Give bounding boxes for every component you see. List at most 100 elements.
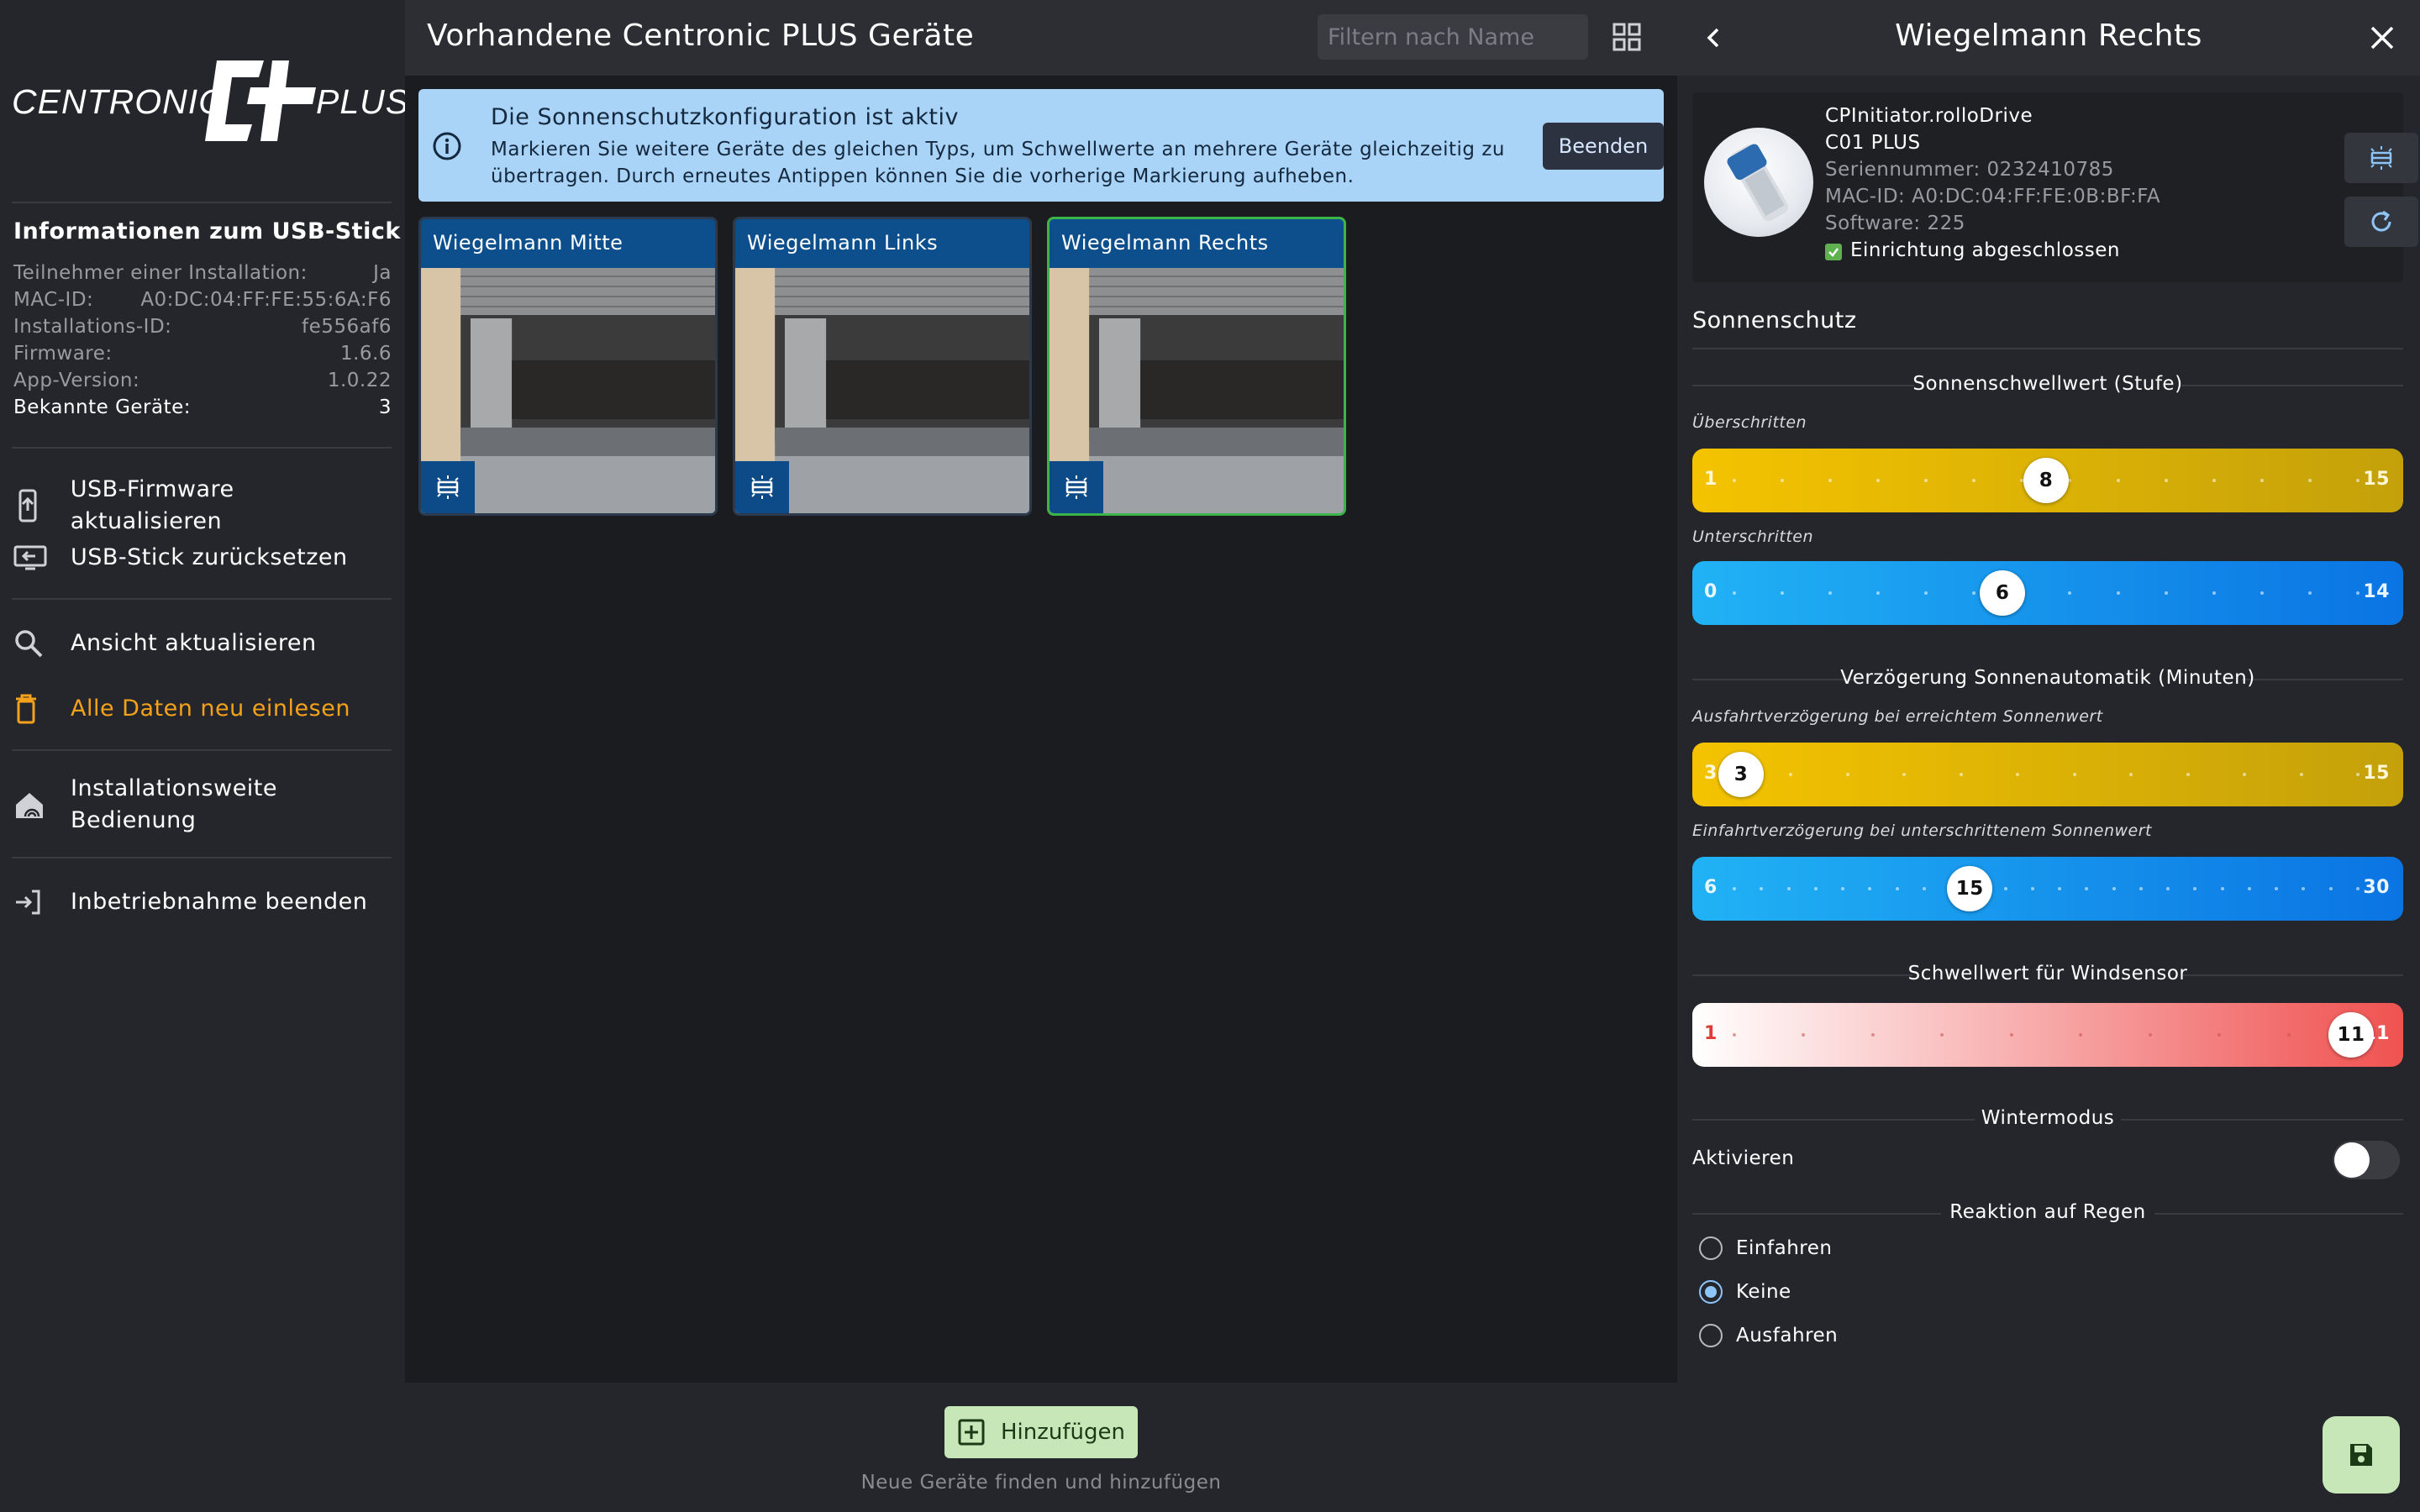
rain-option-extend[interactable]: Ausfahren: [1699, 1319, 1838, 1352]
slider-tick: [2164, 591, 2168, 595]
slider-max: 14: [2363, 581, 2390, 602]
info-value: 1.0.22: [327, 370, 392, 391]
info-value: 3: [378, 396, 392, 418]
radio-button-selected[interactable]: [1699, 1280, 1723, 1304]
device-detail-panel: Wiegelmann Rechts CPInitiator.rolloDrive…: [1677, 0, 2420, 1512]
end-button[interactable]: Beenden: [1543, 123, 1664, 170]
info-row-mac: MAC-ID: A0:DC:04:FF:FE:55:6A:F6: [13, 289, 392, 316]
exit-icon: [13, 884, 59, 921]
sun-protection-icon: [2370, 146, 2392, 170]
group-title: Sonnenschwellwert (Stufe): [1912, 373, 2183, 395]
grid-view-icon[interactable]: [1612, 22, 1642, 52]
info-value: Ja: [373, 262, 392, 284]
slider-tick: [1870, 1033, 1875, 1037]
sun-protection-config-button[interactable]: [2344, 133, 2418, 183]
banner-text: Markieren Sie weitere Geräte des gleiche…: [491, 139, 1505, 187]
divider: [12, 447, 392, 449]
slider-tick: [2299, 773, 2303, 776]
slider-tick: [1781, 479, 1785, 482]
group-heading-sun-threshold: Sonnenschwellwert (Stufe): [1692, 373, 2403, 398]
sun-exceeded-slider[interactable]: 1 8 15: [1692, 449, 2403, 512]
house-signal-icon: [13, 786, 59, 823]
centronic-plus-logo: CENTRONIC PLUS: [12, 59, 408, 146]
info-value: fe556af6: [302, 316, 392, 338]
rain-option-retract[interactable]: Einfahren: [1699, 1231, 1832, 1265]
slider-tick: [2003, 887, 2007, 890]
slider-label: Unterschritten: [1692, 528, 1814, 546]
sun-below-slider[interactable]: 0 6 14: [1692, 561, 2403, 625]
rain-option-none[interactable]: Keine: [1699, 1275, 1791, 1309]
wind-threshold-slider[interactable]: 1 11 11: [1692, 1003, 2403, 1067]
menu-end-commissioning[interactable]: Inbetriebnahme beenden: [13, 884, 392, 921]
slider-tick: [2243, 773, 2247, 776]
slider-tick: [1922, 887, 1926, 890]
slider-tick: [1733, 1033, 1736, 1037]
winter-mode-row: Aktivieren: [1692, 1139, 2403, 1181]
winter-mode-toggle[interactable]: [2333, 1141, 2400, 1179]
slider-knob[interactable]: 8: [2023, 458, 2069, 503]
extend-delay-slider[interactable]: 3 3 15: [1692, 743, 2403, 806]
retract-delay-slider[interactable]: 6 15 30: [1692, 857, 2403, 921]
usb-reset-icon: [13, 539, 59, 576]
filter-name-input[interactable]: [1318, 14, 1588, 60]
radio-button[interactable]: [1699, 1324, 1723, 1347]
slider-tick: [1876, 591, 1881, 595]
slider-tick: [1781, 591, 1785, 595]
slider-tick: [2085, 887, 2089, 890]
slider-tick: [2139, 887, 2143, 890]
menu-label: Alle Daten neu einlesen: [71, 696, 350, 722]
info-row-known-devices: Bekannte Geräte: 3: [13, 396, 392, 423]
info-row-installation: Teilnehmer einer Installation: Ja: [13, 262, 392, 289]
menu-usb-reset[interactable]: USB-Stick zurücksetzen: [13, 539, 392, 576]
menu-label: Installationsweite Bedienung: [71, 775, 278, 833]
add-device-button[interactable]: Hinzufügen: [944, 1406, 1138, 1458]
close-icon[interactable]: [2368, 24, 2396, 52]
slider-knob[interactable]: 15: [1947, 866, 1993, 911]
menu-label: USB-Firmware aktualisieren: [70, 476, 234, 534]
sun-protection-icon: [1050, 461, 1103, 513]
sidebar: CENTRONIC PLUS Informationen zum USB-Sti…: [0, 0, 408, 1512]
radio-button[interactable]: [1699, 1236, 1723, 1260]
menu-refresh-view[interactable]: Ansicht aktualisieren: [13, 625, 392, 662]
add-hint: Neue Geräte finden und hinzufügen: [860, 1472, 1222, 1494]
slider-tick: [2116, 591, 2120, 595]
slider-max: 11: [2363, 1023, 2390, 1044]
slider-ticks: [1733, 773, 2360, 776]
info-value: A0:DC:04:FF:FE:55:6A:F6: [140, 289, 392, 311]
slider-tick: [2328, 887, 2333, 890]
group-title: Reaktion auf Regen: [1949, 1201, 2146, 1223]
menu-usb-firmware-update[interactable]: USB-Firmware aktualisieren: [13, 474, 392, 538]
device-card-selected[interactable]: Wiegelmann Rechts: [1047, 217, 1346, 516]
slider-tick: [2016, 773, 2020, 776]
slider-tick: [2260, 479, 2264, 482]
slider-min: 3: [1704, 763, 1718, 784]
toggle-thumb: [2334, 1142, 2370, 1178]
centronic-plus-mark-icon: [205, 60, 316, 141]
device-mac: MAC-ID: A0:DC:04:FF:FE:0B:BF:FA: [1825, 186, 2161, 207]
slider-tick: [1733, 479, 1736, 482]
slider-tick: [2275, 887, 2278, 890]
slider-tick: [1895, 887, 1899, 890]
slider-tick: [2058, 887, 2061, 890]
menu-label: USB-Stick zurücksetzen: [71, 544, 348, 570]
group-heading-rain: Reaktion auf Regen: [1692, 1201, 2403, 1226]
menu-label: Ansicht aktualisieren: [71, 630, 317, 656]
save-button[interactable]: [2323, 1416, 2400, 1494]
device-type: CPInitiator.rolloDrive: [1825, 105, 2033, 127]
slider-tick: [1972, 479, 1976, 482]
device-card[interactable]: Wiegelmann Links: [733, 217, 1032, 516]
slider-tick: [2307, 479, 2312, 482]
info-row-app-version: App-Version: 1.0.22: [13, 370, 392, 396]
info-value: 1.6.6: [339, 343, 392, 365]
slider-tick: [2302, 887, 2306, 890]
slider-tick: [2217, 1033, 2222, 1037]
slider-min: 1: [1704, 1023, 1718, 1044]
group-title: Wintermodus: [1981, 1107, 2115, 1129]
menu-installation-control[interactable]: Installationsweite Bedienung: [13, 773, 392, 837]
menu-reload-all-data[interactable]: Alle Daten neu einlesen: [13, 690, 392, 727]
slider-knob[interactable]: 6: [1980, 570, 2026, 616]
slider-knob[interactable]: 3: [1718, 752, 1764, 797]
refresh-button[interactable]: [2344, 197, 2418, 247]
info-label: Firmware:: [13, 343, 113, 365]
device-card[interactable]: Wiegelmann Mitte: [418, 217, 718, 516]
